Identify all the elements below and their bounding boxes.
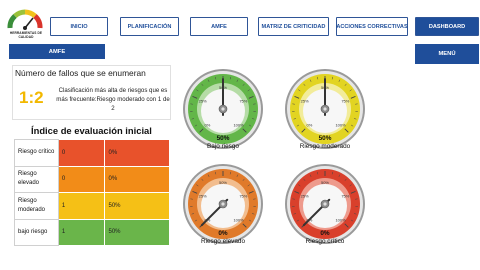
gauge-label: Riesgo elevado <box>200 238 246 245</box>
gauge-tick-label: 50% <box>219 180 227 185</box>
gauge-tick-label: 75% <box>239 193 247 198</box>
gauge-percent: 50% <box>216 135 230 142</box>
logo-caption: HERRAMIENTAS DE CALIDAD <box>9 31 43 39</box>
risk-count: 0 <box>57 139 106 167</box>
failures-title: Número de fallos que se enumeran <box>15 68 146 78</box>
table-row: Riesgo crítico 0 0% <box>14 139 170 167</box>
gauge-tick-label: 75% <box>341 193 349 198</box>
gauge-hub-cap <box>323 107 327 111</box>
failures-description: Clasificación más alta de riesgos que es… <box>56 87 170 113</box>
gauge-label: Riesgo crítico <box>305 238 345 245</box>
risk-count: 1 <box>57 218 106 246</box>
gauge-label: Bajo riesgo <box>207 143 239 150</box>
nav-acciones-button[interactable]: ACCIONES CORRECTIVAS <box>336 17 408 36</box>
gauge-percent: 0% <box>218 230 228 237</box>
table-row: Riesgo moderado 1 50% <box>14 192 170 220</box>
gauge-tick-label: 100% <box>335 122 346 127</box>
gauge-tick-label: 0% <box>307 122 313 127</box>
gauge-percent: 50% <box>318 135 332 142</box>
table-row: Riesgo elevado 0 0% <box>14 165 170 193</box>
gauge-tick-label: 25% <box>301 193 309 198</box>
gauge-riesgo-elevado: 0%25%50%75%100% 0% Riesgo elevado <box>178 162 268 262</box>
risk-label: Riesgo elevado <box>14 165 59 193</box>
menu-button[interactable]: MENÚ <box>415 44 479 64</box>
evaluation-title: Índice de evaluación inicial <box>31 125 152 136</box>
gauge-hub-cap <box>323 202 327 206</box>
nav-planificacion-button[interactable]: PLANIFICACIÓN <box>120 17 179 36</box>
gauge-tick-label: 100% <box>233 122 244 127</box>
risk-count: 1 <box>57 192 106 220</box>
gauge-tick-label: 50% <box>321 180 329 185</box>
nav-inicio-button[interactable]: INICIO <box>50 17 108 36</box>
gauge-percent: 0% <box>320 230 330 237</box>
risk-label: Riesgo crítico <box>14 139 59 167</box>
quality-tools-logo: HERRAMIENTAS DE CALIDAD <box>2 2 48 42</box>
risk-label: Riesgo moderado <box>14 192 59 220</box>
risk-percent: 50% <box>104 218 170 246</box>
risk-percent: 0% <box>104 139 170 167</box>
nav-matriz-button[interactable]: MATRIZ DE CRITICIDAD <box>258 17 329 36</box>
gauge-label: Riesgo moderado <box>299 143 351 150</box>
risk-label: bajo riesgo <box>14 218 59 246</box>
gauge-tick-label: 75% <box>239 98 247 103</box>
failures-card: Número de fallos que se enumeran 1:2 Cla… <box>12 65 171 120</box>
gauge-riesgo-critico: 0%25%50%75%100% 0% Riesgo crítico <box>280 162 370 262</box>
nav-amfe-button[interactable]: AMFE <box>190 17 248 36</box>
gauge-bajo-riesgo: 0%25%50%75%100% 50% Bajo riesgo <box>178 67 268 167</box>
risk-count: 0 <box>57 165 106 193</box>
gauge-tick-label: 0% <box>205 122 211 127</box>
risk-percent: 50% <box>104 192 170 220</box>
dashboard-page: HERRAMIENTAS DE CALIDAD INICIO PLANIFICA… <box>0 0 480 270</box>
gauge-tick-label: 25% <box>199 98 207 103</box>
gauge-tick-label: 25% <box>301 98 309 103</box>
gauge-riesgo-moderado: 0%25%50%75%100% 50% Riesgo moderado <box>280 67 370 167</box>
gauge-tick-label: 100% <box>233 217 244 222</box>
logo-gauge-icon <box>7 9 43 30</box>
gauge-tick-label: 100% <box>335 217 346 222</box>
nav-dashboard-button[interactable]: DASHBOARD <box>415 17 479 36</box>
gauge-hub-cap <box>221 107 225 111</box>
gauge-tick-label: 25% <box>199 193 207 198</box>
failures-ratio: 1:2 <box>19 88 44 107</box>
amfe-section-header: AMFE <box>9 44 105 59</box>
table-row: bajo riesgo 1 50% <box>14 218 170 246</box>
gauge-tick-label: 75% <box>341 98 349 103</box>
evaluation-table: Riesgo crítico 0 0% Riesgo elevado 0 0% … <box>14 139 170 246</box>
risk-percent: 0% <box>104 165 170 193</box>
gauge-hub-cap <box>221 202 225 206</box>
